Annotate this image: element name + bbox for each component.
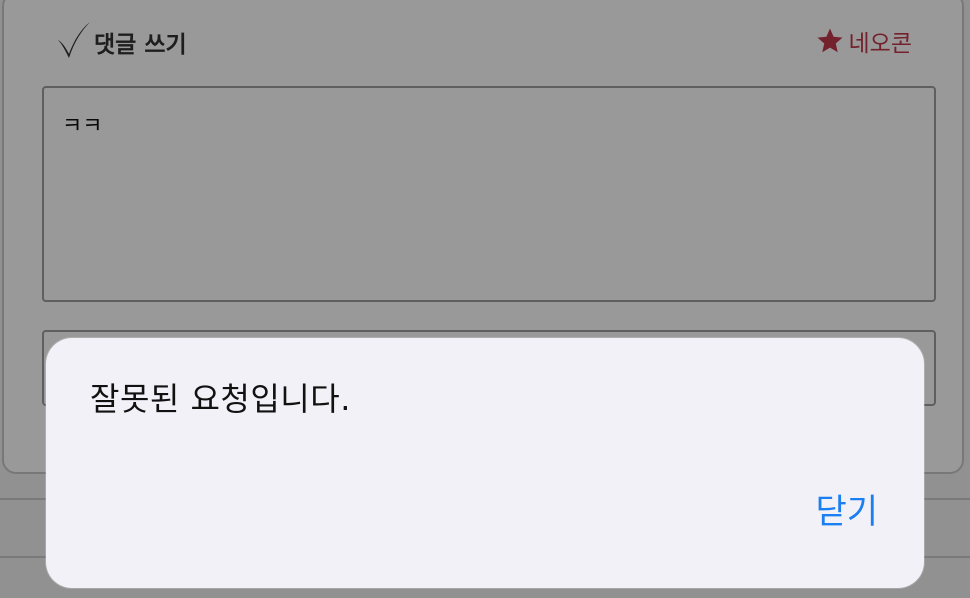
alert-message: 잘못된 요청입니다. [90,380,351,418]
close-button[interactable]: 닫기 [815,484,878,533]
alert-dialog: 잘못된 요청입니다. 닫기 [46,338,924,588]
